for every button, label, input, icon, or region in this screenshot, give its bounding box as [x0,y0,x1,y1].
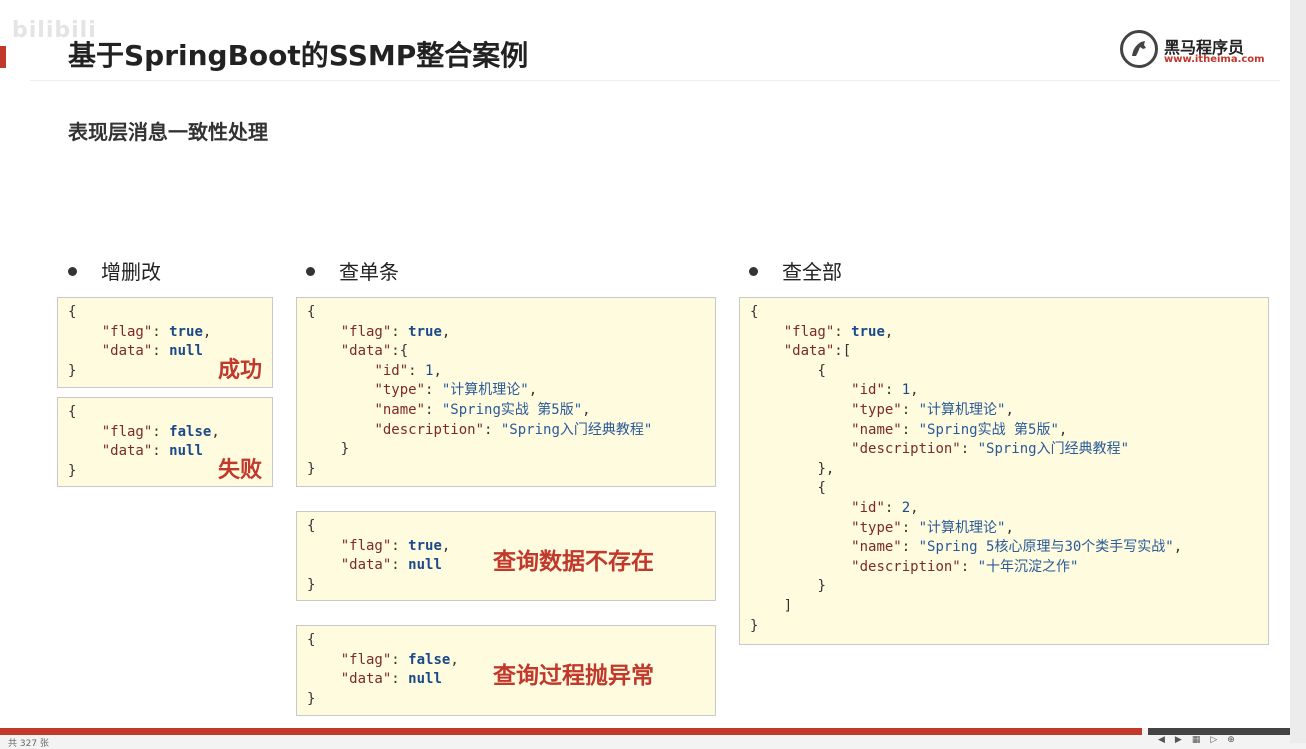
accent-marker [0,46,6,68]
bullet-dot-icon [749,267,758,276]
bullet-cud: 增删改 [68,256,161,285]
code-box-single: { "flag": true, "data":{ "id": 1, "type"… [296,297,716,487]
code-block: { "flag": true, "data": null } [307,518,451,593]
progress-bar-tail [1148,728,1290,735]
not-found-tag: 查询数据不存在 [493,549,654,575]
code-box-exception: { "flag": false, "data": null } 查询过程抛异常 [296,625,716,716]
slide: bilibili 基于SpringBoot的SSMP整合案例 黑马程序员 www… [0,0,1290,728]
code-block: { "flag": false, "data": null } [307,632,459,707]
exception-tag: 查询过程抛异常 [493,663,654,689]
code-box-all: { "flag": true, "data":[ { "id": 1, "typ… [739,297,1269,645]
zoom-icon[interactable]: ⊕ [1227,735,1245,745]
section-heading: 表现层消息一致性处理 [68,120,268,144]
play-icon[interactable]: ▶ [1175,735,1192,745]
window-edge [1290,0,1306,743]
next-icon[interactable]: ▷ [1210,735,1227,745]
code-block: { "flag": true, "data":[ { "id": 1, "typ… [750,304,1183,634]
code-block: { "flag": true, "data":{ "id": 1, "type"… [307,304,653,477]
previous-icon[interactable]: ◀ [1158,735,1175,745]
logo-url: www.itheima.com [1164,54,1265,65]
divider [30,80,1280,81]
fail-tag: 失败 [218,458,263,483]
itheima-logo: 黑马程序员 www.itheima.com [1120,30,1265,70]
grid-icon[interactable]: ▦ [1192,735,1211,745]
code-block: { "flag": true, "data": null } [68,304,212,379]
success-tag: 成功 [218,358,263,383]
bullet-label: 查全部 [782,260,842,284]
code-box-not-found: { "flag": true, "data": null } 查询数据不存在 [296,511,716,601]
bullet-all: 查全部 [749,256,842,285]
code-block: { "flag": false, "data": null } [68,404,220,479]
bullet-single: 查单条 [306,256,399,285]
bullet-dot-icon [306,267,315,276]
bullet-label: 增删改 [101,260,161,284]
bullet-dot-icon [68,267,77,276]
viewer-controls: ◀▶▦▷⊕ [1158,735,1245,745]
code-box-cud-success: { "flag": true, "data": null } 成功 [57,297,273,388]
progress-bar [0,728,1142,735]
horse-logo-icon [1120,30,1158,68]
bullet-label: 查单条 [339,260,399,284]
slide-title: 基于SpringBoot的SSMP整合案例 [68,39,529,72]
code-box-cud-fail: { "flag": false, "data": null } 失败 [57,397,273,487]
